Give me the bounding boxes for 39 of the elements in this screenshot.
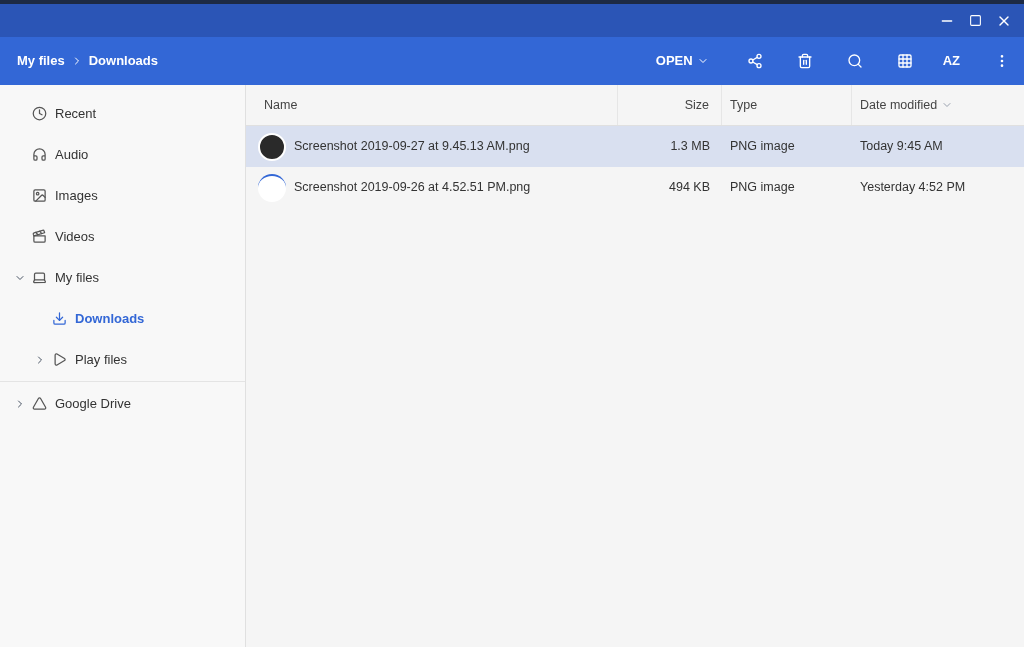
triangle-icon [32,396,47,411]
file-row[interactable]: Screenshot 2019-09-26 at 4.52.51 PM.png 494 KB PNG image Yesterday 4:52 PM [246,167,1024,208]
column-header[interactable]: Size [618,85,722,125]
breadcrumb-link[interactable]: Downloads [88,51,159,71]
image-icon [32,188,47,203]
sidebar-item[interactable]: Audio [32,144,89,165]
file-name: Screenshot 2019-09-27 at 9.45.13 AM.png [294,138,530,156]
file-name: Screenshot 2019-09-26 at 4.52.51 PM.png [294,179,531,197]
file-type: PNG image [729,179,796,197]
sidebar-item[interactable]: Recent [32,103,97,124]
date-modified: Today 9:45 AM [859,138,944,156]
file-size: 1.3 MB [669,138,711,156]
breadcrumb-link[interactable]: My files [17,51,65,71]
file-size: 494 KB [668,179,711,197]
column-header[interactable]: Type [722,85,852,125]
clock-icon [32,106,47,121]
clapperboard-icon [32,229,47,244]
column-header[interactable]: Name [246,85,618,125]
sidebar-item[interactable]: Play files [52,349,128,370]
grid-view-icon[interactable] [896,53,913,69]
download-icon [52,311,67,326]
laptop-icon [32,270,47,285]
open-button[interactable]: OPEN [651,51,713,71]
sort-button[interactable]: AZ [942,51,960,71]
sidebar-item[interactable]: Images [32,185,98,206]
sidebar-item[interactable]: Downloads [52,308,145,329]
maximize-icon[interactable] [969,14,982,27]
search-icon[interactable] [846,53,863,69]
share-icon[interactable] [746,53,763,69]
headphones-icon [32,147,47,162]
column-header[interactable]: Date modified [852,85,1024,125]
play-icon [52,352,67,367]
file-row[interactable]: Screenshot 2019-09-27 at 9.45.13 AM.png 1.3 MB PNG image Today 9:45 AM [246,126,1024,167]
sidebar-item[interactable]: Videos [32,226,95,247]
trash-icon[interactable] [796,53,813,69]
file-type: PNG image [729,138,796,156]
sidebar-item[interactable]: My files [32,267,100,288]
date-modified: Yesterday 4:52 PM [859,179,967,197]
sidebar-item[interactable]: Google Drive [32,393,131,414]
